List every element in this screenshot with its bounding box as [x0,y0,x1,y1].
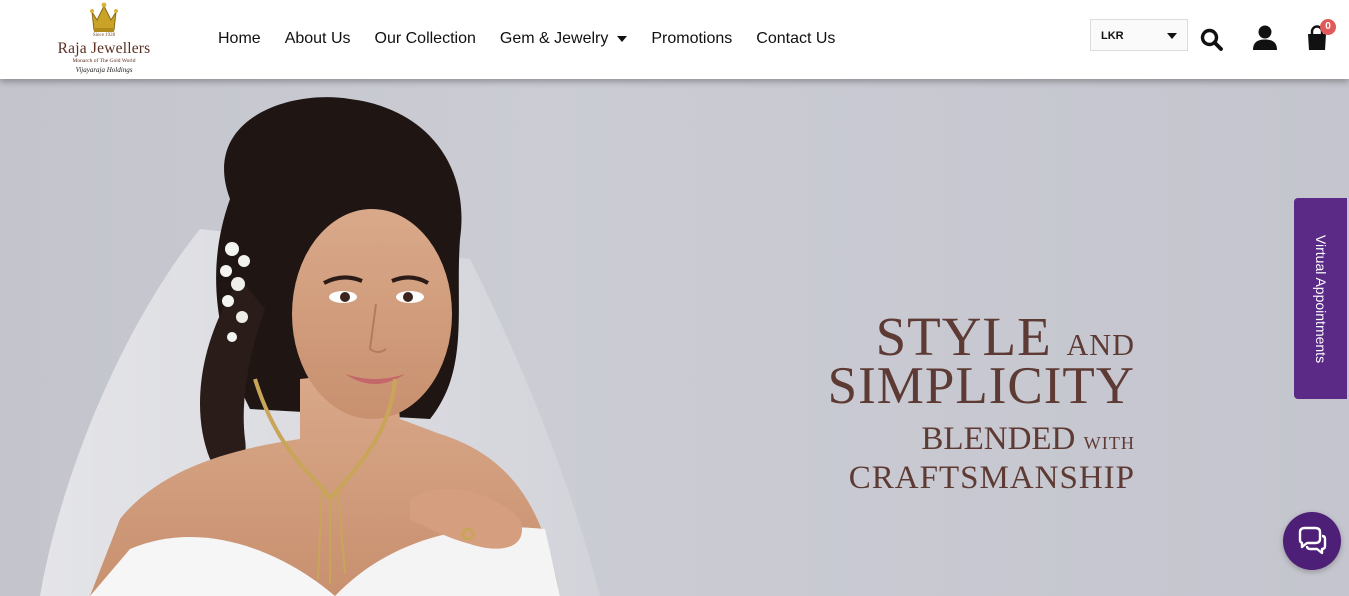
model-photo [40,97,600,596]
logo-holding: Vijayaraja Holdings [75,66,133,74]
logo-wordmark: Raja Jewellers [57,40,151,57]
account-button[interactable] [1252,25,1278,51]
headline-line-3: BLENDED WITH [921,421,1135,457]
search-icon [1200,28,1223,51]
cart-count-badge: 0 [1320,19,1336,35]
chevron-down-icon [1167,33,1177,39]
nav-contact-us[interactable]: Contact Us [756,30,835,48]
chat-button[interactable] [1283,512,1341,570]
chat-icon [1298,526,1327,555]
nav-gem-jewelry[interactable]: Gem & Jewelry [500,30,628,48]
search-button[interactable] [1199,27,1225,53]
crown-icon [90,2,118,32]
headline-line-4: CRAFTSMANSHIP [848,460,1135,496]
logo-since: Since 1928 [92,33,116,38]
hero-headline: STYLE AND SIMPLICITY BLENDED WITH CRAFTS… [790,309,1135,495]
chevron-down-icon [617,36,628,42]
user-icon [1253,25,1277,50]
headline-line-2: SIMPLICITY [827,357,1135,415]
nav-home[interactable]: Home [218,30,261,48]
nav-about-us[interactable]: About Us [285,30,351,48]
brand-logo[interactable]: Since 1928 Raja Jewellers Monarch of The… [44,0,164,79]
site-header: Since 1928 Raja Jewellers Monarch of The… [0,0,1349,79]
currency-value: LKR [1101,30,1124,42]
main-nav: Home About Us Our Collection Gem & Jewel… [218,28,859,50]
currency-select[interactable]: LKR [1090,19,1188,51]
nav-promotions[interactable]: Promotions [651,30,732,48]
hero-banner: STYLE AND SIMPLICITY BLENDED WITH CRAFTS… [0,79,1349,596]
headline-line-1: STYLE AND [875,306,1135,367]
virtual-appointments-label: Virtual Appointments [1312,234,1329,363]
nav-our-collection[interactable]: Our Collection [375,30,476,48]
logo-tagline: Monarch of The Gold World [72,58,136,64]
virtual-appointments-tab[interactable]: Virtual Appointments [1294,198,1347,399]
